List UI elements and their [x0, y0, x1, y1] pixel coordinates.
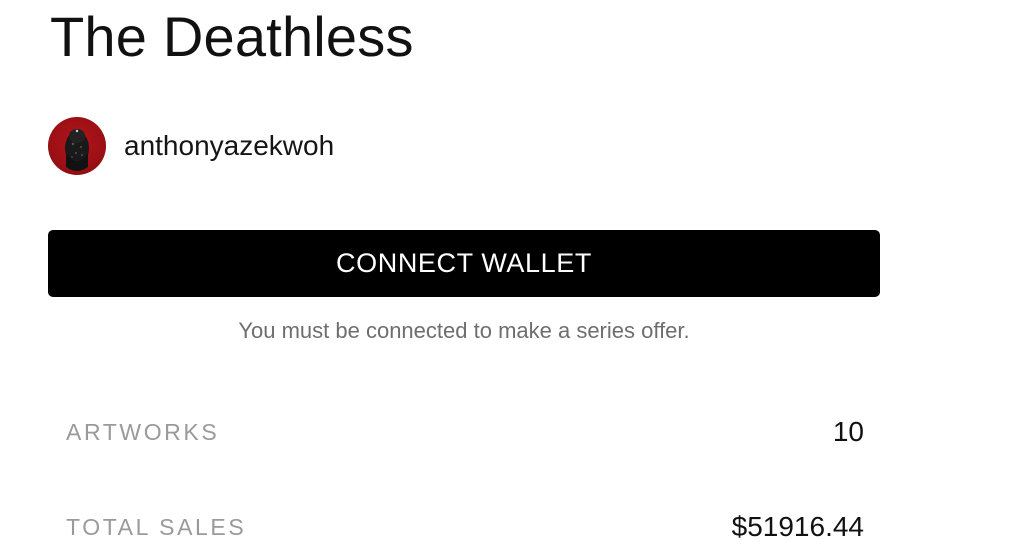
stat-row-total-sales: TOTAL SALES $51916.44 [66, 507, 864, 547]
connect-wallet-button[interactable]: CONNECT WALLET [48, 230, 880, 297]
stat-value-total-sales: $51916.44 [731, 511, 864, 542]
artist-link[interactable]: anthonyazekwoh [48, 116, 334, 176]
connect-notice: You must be connected to make a series o… [238, 318, 690, 343]
stat-row-artworks: ARTWORKS 10 [66, 412, 864, 452]
stat-label-artworks: ARTWORKS [66, 418, 220, 445]
series-title: The Deathless [50, 5, 414, 68]
stat-label-total-sales: TOTAL SALES [66, 513, 247, 540]
artist-avatar-image [65, 129, 89, 171]
artist-username[interactable]: anthonyazekwoh [124, 130, 334, 162]
series-page: The Deathless anthonyazekwoh CONNECT WAL… [0, 0, 1024, 559]
artist-avatar[interactable] [48, 117, 106, 175]
stat-value-artworks: 10 [832, 416, 864, 447]
